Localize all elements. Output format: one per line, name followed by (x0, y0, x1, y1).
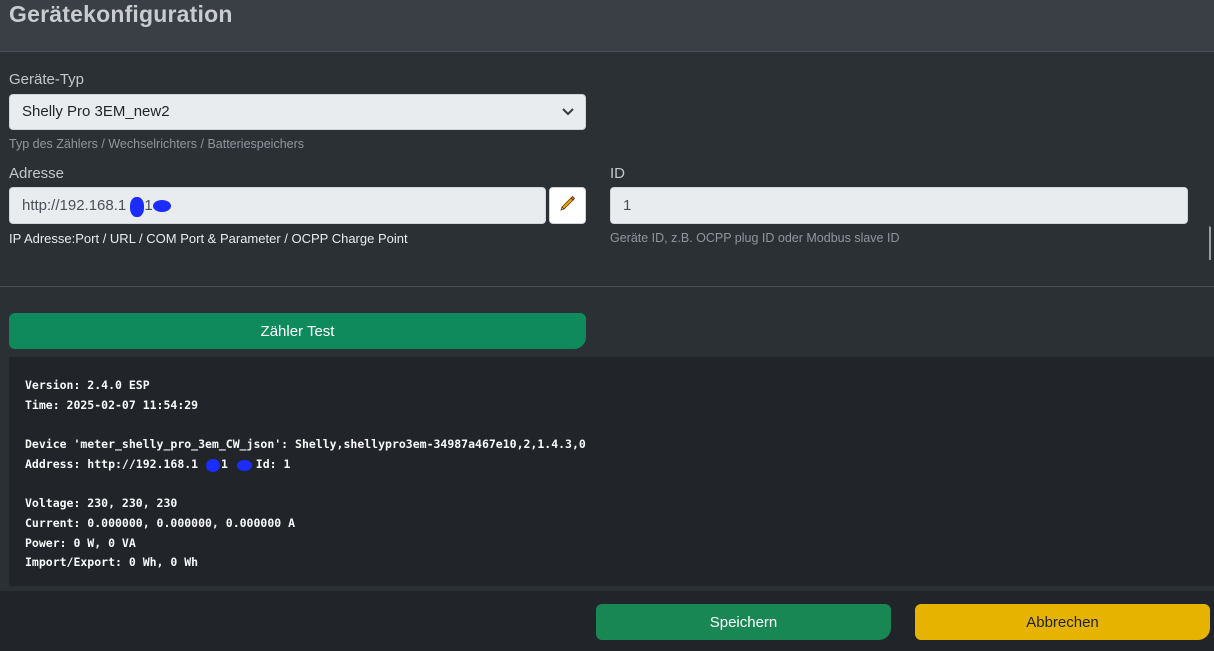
redaction-mark (237, 459, 252, 471)
output-line-address: Address: http://192.168.1.1, Id: 1 (25, 455, 1214, 475)
address-input[interactable]: http://192.168.1.1 (9, 187, 546, 224)
output-line: Current: 0.000000, 0.000000, 0.000000 A (25, 515, 296, 530)
id-value: 1 (623, 197, 632, 214)
output-line: Voltage: 230, 230, 230 (25, 496, 178, 511)
modal-header: Gerätekonfiguration (0, 0, 1214, 52)
address-help: IP Adresse:Port / URL / COM Port & Param… (9, 231, 408, 246)
edit-address-button[interactable] (549, 187, 586, 224)
device-type-selected-value: Shelly Pro 3EM_new2 (22, 103, 170, 120)
output-line: Import/Export: 0 Wh, 0 Wh (25, 555, 199, 570)
id-input[interactable]: 1 (610, 187, 1188, 224)
id-help: Geräte ID, z.B. OCPP plug ID oder Modbus… (610, 231, 900, 245)
output-address-prefix: Address: http://192.168.1 (25, 456, 199, 471)
chevron-down-icon (561, 95, 575, 129)
test-output-panel: Version: 2.4.0 ESP Time: 2025-02-07 11:5… (9, 357, 1214, 586)
meter-test-button[interactable]: Zähler Test (9, 313, 586, 349)
pencil-icon (559, 194, 577, 217)
redaction-mark (206, 458, 220, 472)
output-line: Device 'meter_shelly_pro_3em_CW_json': S… (25, 437, 586, 452)
address-label: Adresse (9, 165, 65, 182)
device-type-select[interactable]: Shelly Pro 3EM_new2 (9, 94, 586, 130)
output-line: Power: 0 W, 0 VA (25, 535, 136, 550)
cancel-button[interactable]: Abbrechen (915, 604, 1210, 640)
scrollbar-edge (1209, 226, 1214, 260)
redaction-mark (153, 200, 171, 212)
save-button[interactable]: Speichern (596, 604, 891, 640)
address-value: http://192.168.1 (22, 197, 127, 214)
section-divider (0, 286, 1214, 287)
redaction-mark (130, 197, 144, 217)
page-title: Gerätekonfiguration (9, 1, 233, 27)
output-line: Time: 2025-02-07 11:54:29 (25, 397, 199, 412)
id-label: ID (610, 165, 625, 182)
output-line: Version: 2.4.0 ESP (25, 378, 150, 392)
device-type-help: Typ des Zählers / Wechselrichters / Batt… (9, 137, 305, 151)
device-type-label: Geräte-Typ (9, 71, 85, 88)
